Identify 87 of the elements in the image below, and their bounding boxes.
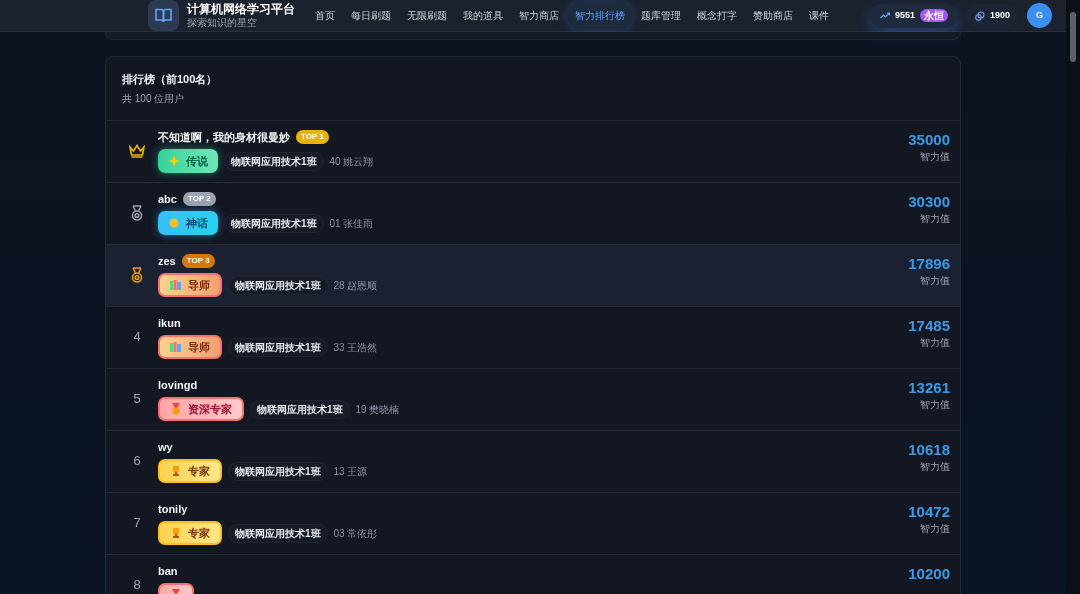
site-title: 计算机网络学习平台 [187,2,296,17]
books-icon [170,341,182,354]
student-info: 13 王源 [333,464,368,479]
scrollbar[interactable] [1066,0,1080,594]
student-info: 19 樊晓楠 [355,402,400,417]
nav-tab[interactable]: 课件 [801,1,837,30]
score-label: 智力值 [920,522,950,536]
medal-icon [170,403,182,416]
nav-tab[interactable]: 无限刷题 [399,1,455,30]
score-value: 30300 [908,193,950,211]
student-info: 01 张佳雨 [329,216,374,231]
trend-up-icon [879,12,890,19]
title-badge: 神话 [158,211,218,236]
points-pill[interactable]: 9551 永恒 [869,3,958,28]
class-tag: 物联网应用技术1班 [224,213,324,233]
rank-number: 8 [133,576,141,594]
site-subtitle: 探索知识的星空 [187,17,258,29]
user-name: 不知道啊，我的身材很曼妙 [158,129,290,145]
rank-number: 6 [133,452,141,471]
points-value: 9551 [894,8,915,22]
score-value: 10618 [908,441,950,459]
trophy-icon [170,527,182,540]
user-name: wy [158,439,173,455]
title-badge: 导师 [158,335,222,360]
leaderboard-subtitle: 共 100 位用户 [122,91,186,106]
class-tag: 物联网应用技术1班 [228,337,328,357]
student-info: 03 常依彤 [333,526,378,541]
nav-tab[interactable]: 首页 [307,1,343,30]
top-rank-tag: TOP 3 [181,254,215,268]
sparkle-icon [168,155,180,168]
nav-tab[interactable]: 题库管理 [633,1,689,30]
user-name: ikun [158,315,181,331]
user-name: zes [158,253,176,269]
title-badge: 专家 [158,459,222,484]
coins-icon [974,10,985,21]
leaderboard-row[interactable]: zes TOP 3 导师 物联网应用技术1班 28 赵恩顺 17896 智力值 [106,243,960,306]
title-badge: 导师 [158,273,222,298]
class-tag: 物联网应用技术1班 [228,461,328,481]
nav-tab[interactable]: 赞助商店 [745,1,801,30]
medal-icon [130,205,144,221]
title-badge: 传说 [158,149,218,174]
class-tag: 物联网应用技术1班 [224,151,324,171]
class-tag: 物联网应用技术1班 [228,523,328,543]
leaderboard-title: 排行榜（前100名） [122,72,219,87]
user-name: abc [158,191,177,207]
title-badge: 资深专家 [158,397,244,422]
score-value: 13261 [908,379,950,397]
nav-tab[interactable]: 概念打字 [689,1,745,30]
sun-icon [168,217,180,230]
score-value: 17896 [908,255,950,273]
score-label: 智力值 [920,212,950,226]
medal-icon [130,267,144,283]
nav-tab[interactable]: 我的道具 [455,1,511,30]
user-name: tonily [158,501,188,517]
rank-number: 4 [133,328,141,347]
score-label: 智力值 [920,398,950,412]
rank-number: 7 [133,514,141,533]
nav-tab[interactable]: 智力排行榜 [567,1,633,30]
student-info: 28 赵恩顺 [333,278,378,293]
user-name: lovingd [158,377,198,393]
rank-number: 5 [133,390,141,409]
crown-icon [129,144,145,158]
nav-tab[interactable]: 智力商店 [511,1,567,30]
books-icon [170,279,182,292]
leaderboard-row[interactable]: 8 ban 10200 [106,553,960,594]
score-value: 10200 [908,565,950,583]
student-info: 33 王浩然 [333,340,378,355]
score-label: 智力值 [920,274,950,288]
book-logo-icon [148,0,179,31]
points-tag: 永恒 [919,9,948,22]
class-tag: 物联网应用技术1班 [250,399,350,419]
score-value: 17485 [908,317,950,335]
student-info: 40 姚云翔 [329,154,374,169]
coins-value: 1900 [989,8,1010,22]
score-label: 智力值 [920,336,950,350]
nav-tab[interactable]: 每日刷题 [343,1,399,30]
trophy-icon [170,465,182,478]
top-rank-tag: TOP 2 [182,192,216,206]
user-name: ban [158,563,178,579]
class-tag: 物联网应用技术1班 [228,275,328,295]
score-label: 智力值 [920,150,950,164]
title-badge: 专家 [158,521,222,546]
coins-pill[interactable]: 1900 [965,3,1019,28]
score-label: 智力值 [920,460,950,474]
score-value: 10472 [908,503,950,521]
top-rank-tag: TOP 1 [296,130,329,144]
score-value: 35000 [908,131,950,149]
